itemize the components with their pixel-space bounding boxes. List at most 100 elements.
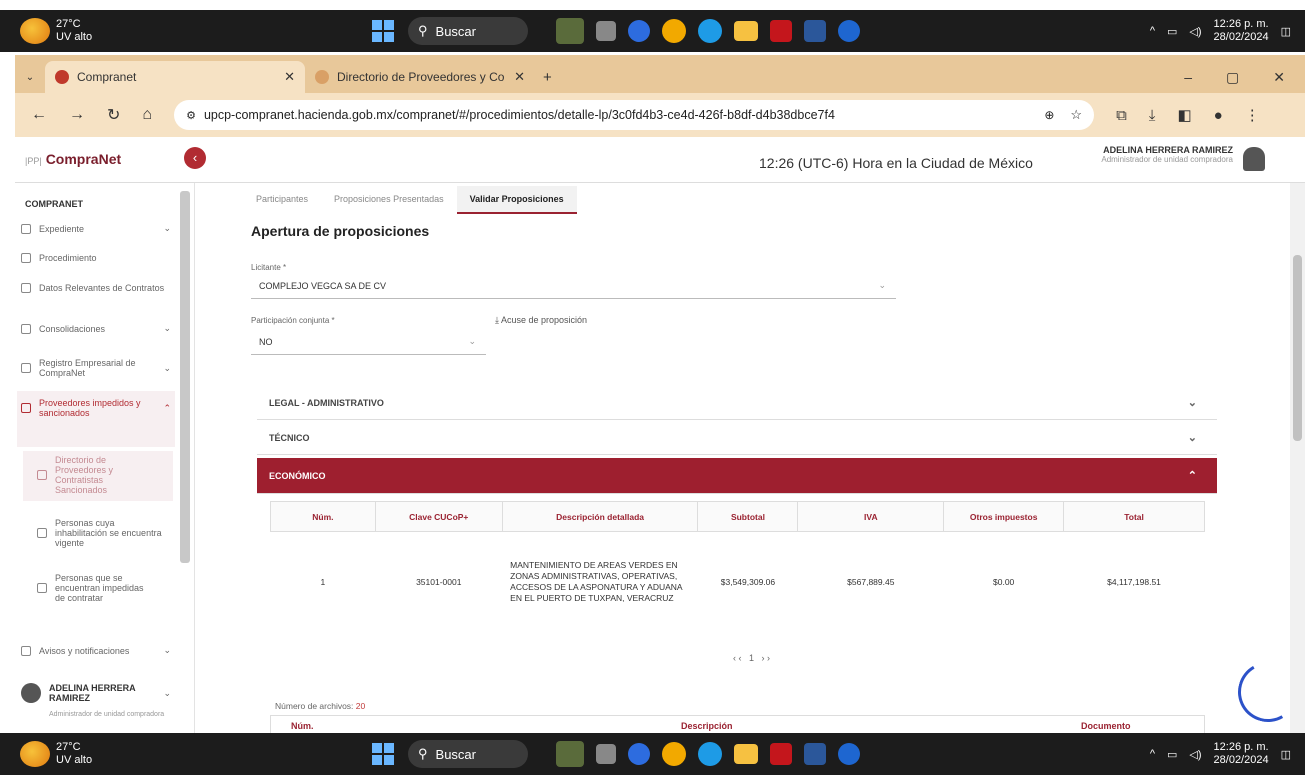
home-icon[interactable]: ⌂	[142, 106, 152, 124]
tab-proposiciones[interactable]: Proposiciones Presentadas	[321, 186, 457, 214]
conjunta-select[interactable]: NO ⌄	[251, 329, 486, 355]
table-pagination[interactable]: ‹ ‹ 1 › ›	[733, 653, 770, 663]
acuse-link[interactable]: ⤓ Acuse de proposición	[495, 315, 587, 326]
restore-icon[interactable]: ▢	[1226, 69, 1239, 86]
zoom-icon[interactable]: ⊕	[1044, 108, 1054, 122]
files-col-doc: Documento	[1081, 721, 1131, 731]
clock[interactable]: 12:26 p. m. 28/02/2024	[1214, 741, 1269, 767]
section-economico[interactable]: ECONÓMICO ⌃	[257, 458, 1217, 494]
weather-widget[interactable]: 27°C UV alto	[20, 741, 350, 767]
app-icon[interactable]	[628, 743, 650, 765]
chrome-icon[interactable]	[662, 742, 686, 766]
section-tecnico[interactable]: TÉCNICO ⌄	[257, 421, 1217, 455]
start-icon[interactable]	[372, 20, 394, 42]
forward-icon[interactable]: →	[69, 106, 85, 124]
sidebar-item-directorio[interactable]: Directorio de Proveedores y Contratistas…	[37, 455, 147, 495]
sidebar-item-procedimiento[interactable]: Procedimiento	[21, 253, 171, 263]
close-icon[interactable]: ✕	[284, 69, 295, 85]
sidebar-item-consolidaciones[interactable]: Consolidaciones ⌄	[21, 323, 171, 334]
edge-icon[interactable]	[698, 742, 722, 766]
close-window-icon[interactable]: ✕	[1273, 69, 1285, 86]
compranet-logo[interactable]: |PP| CompraNet	[25, 151, 121, 167]
sidebar-item-datos[interactable]: Datos Relevantes de Contratos	[21, 283, 171, 293]
taskbar-search[interactable]: ⚲ Buscar	[408, 740, 528, 768]
tab-list-icon[interactable]: ⌄	[15, 61, 45, 93]
sidebar-item-inhabilitacion[interactable]: Personas cuya inhabilitación se encuentr…	[37, 518, 162, 548]
avatar[interactable]	[1243, 147, 1265, 171]
app-icon[interactable]	[596, 744, 616, 764]
chrome-icon[interactable]	[662, 19, 686, 43]
sidebar-section-title: COMPRANET	[25, 199, 83, 209]
site-info-icon[interactable]: ⚙	[186, 109, 196, 122]
page-scrollbar[interactable]	[1290, 183, 1305, 733]
sidebar-scrollbar[interactable]	[180, 191, 190, 563]
sidepanel-icon[interactable]: ◧	[1177, 106, 1191, 124]
back-icon[interactable]: ←	[31, 106, 47, 124]
chevron-up-icon[interactable]: ^	[1150, 748, 1155, 760]
edge-icon[interactable]	[698, 19, 722, 43]
sidebar-user-role: Administrador de unidad compradora	[49, 711, 165, 718]
sidebar-item-impedidas[interactable]: Personas que se encuentran impedidas de …	[37, 573, 147, 603]
volume-icon[interactable]: ◁)	[1189, 25, 1201, 38]
section-legal[interactable]: LEGAL - ADMINISTRATIVO ⌄	[257, 386, 1217, 420]
volume-icon[interactable]: ◁)	[1189, 748, 1201, 761]
app-icon[interactable]	[596, 21, 616, 41]
tab-participantes[interactable]: Participantes	[243, 186, 321, 214]
word-icon[interactable]	[804, 743, 826, 765]
person-icon	[37, 583, 47, 593]
sidebar-item-avisos[interactable]: Avisos y notificaciones ⌄	[21, 645, 171, 656]
star-icon[interactable]: ☆	[1070, 107, 1082, 123]
word-icon[interactable]	[804, 20, 826, 42]
scroll-thumb[interactable]	[1293, 255, 1302, 441]
sidebar-user[interactable]: ADELINA HERRERA RAMIREZ ⌄	[21, 683, 171, 703]
files-col-num: Núm.	[291, 721, 314, 731]
app-icon[interactable]	[556, 741, 584, 767]
app-icon[interactable]	[838, 743, 860, 765]
chevron-down-icon: ⌄	[163, 323, 171, 333]
app-icon[interactable]	[838, 20, 860, 42]
table-row: 1 35101-0001 MANTENIMIENTO DE AREAS VERD…	[320, 559, 1161, 603]
tab-compranet[interactable]: Compranet ✕	[45, 61, 305, 93]
minimize-icon[interactable]: –	[1184, 69, 1192, 85]
notification-icon[interactable]: ◫	[1281, 748, 1291, 761]
chevron-down-icon: ⌄	[1187, 432, 1197, 444]
header-time: 12:26 (UTC-6) Hora en la Ciudad de Méxic…	[759, 155, 1033, 171]
start-icon[interactable]	[372, 743, 394, 765]
new-tab-button[interactable]: +	[535, 61, 560, 93]
sidebar: COMPRANET Expediente ⌄ Procedimiento Dato…	[15, 183, 195, 733]
chevron-right-icon[interactable]: › ›	[759, 653, 771, 663]
taskbar-search[interactable]: ⚲ Buscar	[408, 17, 528, 45]
collapse-sidebar-button[interactable]: ‹	[184, 147, 206, 169]
sidebar-item-proveedores[interactable]: Proveedores impedidos y sancionados ⌃	[21, 398, 171, 418]
warning-icon	[21, 403, 31, 413]
chevron-up-icon[interactable]: ^	[1150, 25, 1155, 37]
url-field[interactable]: ⚙ upcp-compranet.hacienda.gob.mx/compran…	[174, 100, 1095, 130]
registry-icon	[21, 363, 31, 373]
licitante-select[interactable]: COMPLEJO VEGCA SA DE CV ⌄	[251, 273, 896, 299]
download-icon[interactable]: ⤓	[1149, 107, 1156, 124]
acrobat-icon[interactable]	[770, 20, 792, 42]
folder-icon[interactable]	[734, 21, 758, 41]
tab-directorio[interactable]: Directorio de Proveedores y Co ✕	[305, 61, 535, 93]
chevron-left-icon[interactable]: ‹ ‹	[733, 653, 744, 663]
sidebar-item-registro[interactable]: Registro Empresarial de CompraNet ⌄	[21, 358, 171, 378]
folder-icon[interactable]	[734, 744, 758, 764]
extensions-icon[interactable]: ⧉	[1116, 107, 1127, 124]
menu-icon[interactable]: ⋮	[1245, 106, 1260, 124]
clock[interactable]: 12:26 p. m. 28/02/2024	[1214, 18, 1269, 44]
app-icon[interactable]	[556, 18, 584, 44]
notification-icon[interactable]: ◫	[1281, 25, 1291, 38]
licitante-label: Licitante *	[251, 263, 287, 272]
reload-icon[interactable]: ↻	[107, 105, 120, 125]
weather-widget[interactable]: 27°C UV alto	[20, 18, 350, 44]
acrobat-icon[interactable]	[770, 743, 792, 765]
person-icon	[37, 528, 47, 538]
profile-icon[interactable]: ●	[1214, 107, 1223, 124]
close-icon[interactable]: ✕	[514, 69, 525, 85]
network-icon[interactable]: ▭	[1167, 748, 1177, 761]
tab-validar[interactable]: Validar Proposiciones	[456, 186, 577, 214]
app-icon[interactable]	[628, 20, 650, 42]
chevron-down-icon: ⌄	[163, 362, 171, 373]
network-icon[interactable]: ▭	[1167, 25, 1177, 38]
sidebar-item-expediente[interactable]: Expediente ⌄	[21, 223, 171, 234]
